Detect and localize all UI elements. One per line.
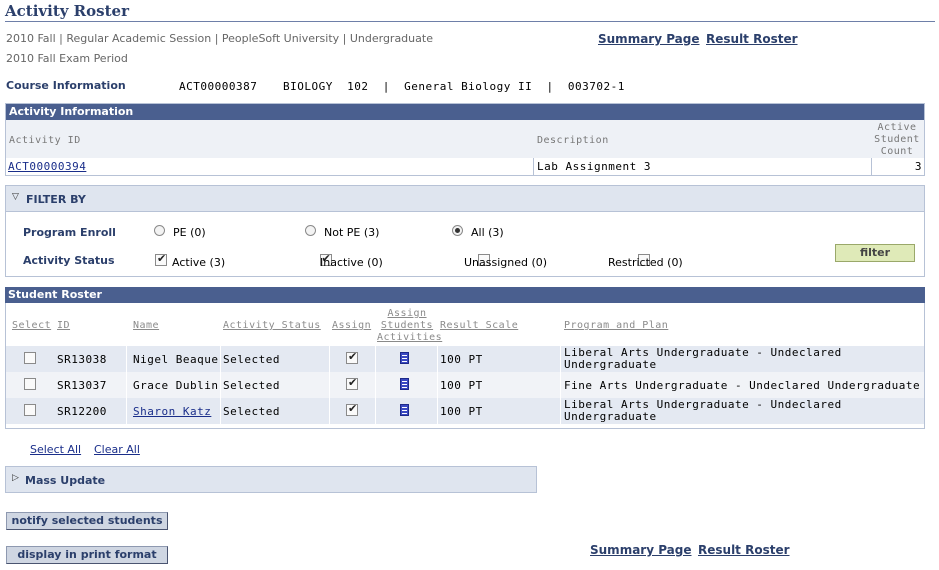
result-scale: 100 PT [440,405,483,418]
col-activity-status[interactable]: Activity Status [223,320,321,331]
notify-selected-students-button[interactable]: notify selected students [6,512,168,530]
unassigned-checkbox-label: Unassigned (0) [464,256,548,269]
page-title: Activity Roster [5,2,129,20]
active-checkbox[interactable] [155,252,167,266]
student-name-link[interactable]: Sharon Katz [133,405,211,418]
expand-triangle-icon[interactable]: ▷ [12,473,19,483]
table-row: SR13038 Nigel Beaque Selected 100 PT Lib… [6,346,924,372]
assign-checkbox[interactable] [346,376,358,390]
active-student-count: 3 [914,160,922,173]
result-scale: 100 PT [440,379,483,392]
pe-radio-label: PE (0) [173,226,206,239]
student-name: Nigel Beaque [133,353,219,366]
result-roster-link-bottom[interactable]: Result Roster [698,543,790,557]
col-id[interactable]: ID [57,320,70,331]
term-line: 2010 Fall | Regular Academic Session | P… [6,32,433,45]
result-roster-link[interactable]: Result Roster [706,32,798,46]
student-id: SR13037 [57,379,107,392]
program-plan: Liberal Arts Undergraduate - Undeclared … [564,398,842,423]
program-plan: Fine Arts Undergraduate - Undeclared Und… [564,379,921,392]
activity-info-header: Activity Information [6,104,924,120]
filter-title: FILTER BY [26,193,86,206]
filter-header[interactable]: ▽ FILTER BY [6,186,924,212]
assign-activities-icon[interactable] [400,404,409,416]
row-select-checkbox[interactable] [24,352,36,364]
col-program-plan[interactable]: Program and Plan [564,320,668,331]
assign-checkbox[interactable] [346,350,358,364]
student-roster-header: Student Roster [5,287,925,303]
summary-page-link[interactable]: Summary Page [598,32,700,46]
description-header: Description [537,135,609,146]
activity-id-header: Activity ID [9,135,81,146]
activity-row: ACT00000394 Lab Assignment 3 3 [6,158,924,175]
activity-description: Lab Assignment 3 [537,160,651,173]
filter-body: Program Enroll PE (0) Not PE (3) All (3)… [6,212,924,276]
activity-info-panel: Activity Information Activity ID Descrip… [5,103,925,176]
course-id: ACT00000387 [179,80,258,93]
assign-activities-icon[interactable] [400,378,409,390]
assign-checkbox[interactable] [346,402,358,416]
collapse-triangle-icon[interactable]: ▽ [12,192,19,202]
col-assign[interactable]: Assign [332,320,371,331]
active-checkbox-label: Active (3) [172,256,226,269]
col-result-scale[interactable]: Result Scale [440,320,518,331]
not-pe-radio[interactable] [305,225,316,236]
row-select-checkbox[interactable] [24,378,36,390]
display-print-format-button[interactable]: display in print format [6,546,168,564]
inactive-checkbox-label: Inactive (0) [320,256,383,269]
course-info-label: Course Information [6,79,126,92]
row-select-checkbox[interactable] [24,404,36,416]
student-id: SR12200 [57,405,107,418]
col-name[interactable]: Name [133,320,159,331]
col-assign-students-activities[interactable]: Assign Students Activities [377,308,442,344]
program-enroll-label: Program Enroll [23,226,116,239]
table-row: SR12200 Sharon Katz Selected 100 PT Libe… [6,398,924,424]
student-name: Grace Dublin [133,379,219,392]
mass-update-panel[interactable]: ▷ Mass Update [5,466,537,493]
table-row: SR13037 Grace Dublin Selected 100 PT Fin… [6,372,924,398]
all-radio[interactable] [452,225,463,236]
filter-panel: ▽ FILTER BY Program Enroll PE (0) Not PE… [5,185,925,277]
activity-id-link[interactable]: ACT00000394 [8,160,86,173]
active-count-header: Active Student Count [874,122,920,157]
col-select[interactable]: Select [12,320,51,331]
pe-radio[interactable] [154,225,165,236]
student-id: SR13038 [57,353,107,366]
activity-status-label: Activity Status [23,254,115,267]
assign-activities-icon[interactable] [400,352,409,364]
clear-all-link[interactable]: Clear All [94,443,140,456]
title-divider [5,21,935,22]
all-radio-label: All (3) [471,226,504,239]
activity-status: Selected [223,379,280,392]
program-plan: Liberal Arts Undergraduate - Undeclared … [564,346,842,371]
mass-update-title: Mass Update [25,474,106,487]
activity-status: Selected [223,353,280,366]
result-scale: 100 PT [440,353,483,366]
activity-header-row: Activity ID Description Active Student C… [6,120,924,158]
select-all-link[interactable]: Select All [30,443,81,456]
restricted-checkbox-label: Restricted (0) [608,256,683,269]
activity-status: Selected [223,405,280,418]
course-details: BIOLOGY 102 | General Biology II | 00370… [283,80,625,93]
summary-page-link-bottom[interactable]: Summary Page [590,543,692,557]
not-pe-radio-label: Not PE (3) [324,226,380,239]
filter-button[interactable]: filter [835,244,915,262]
exam-period: 2010 Fall Exam Period [6,52,128,65]
